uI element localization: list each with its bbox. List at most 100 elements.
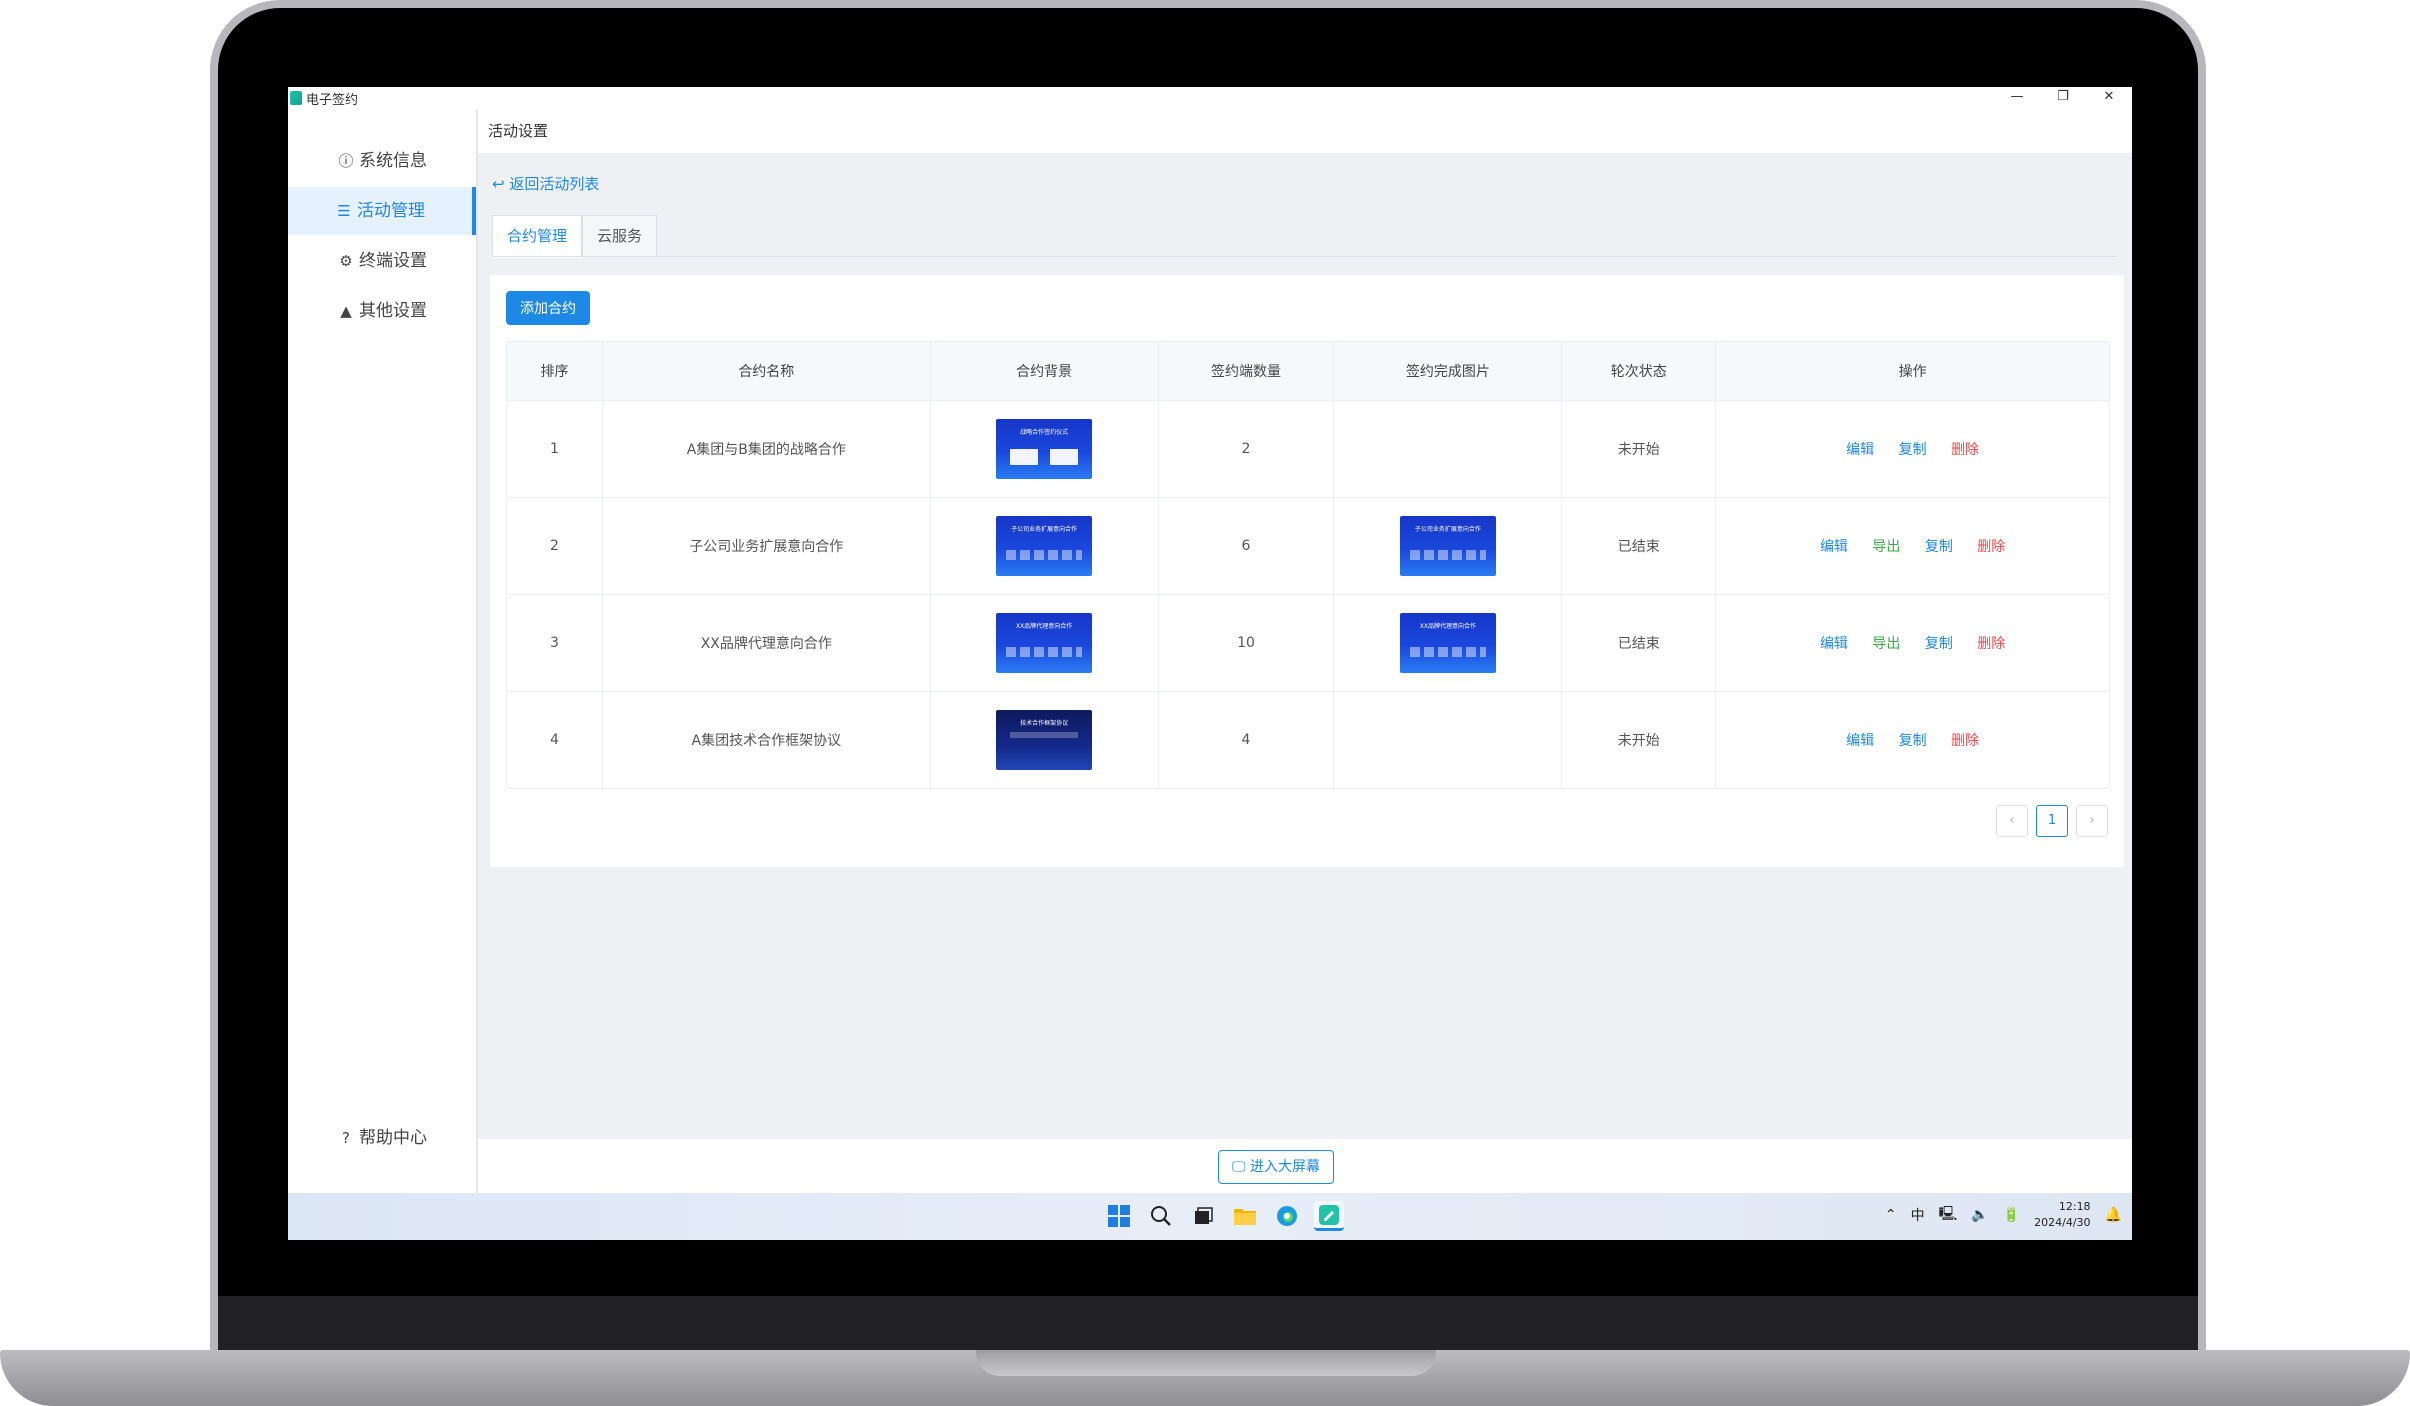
screen: 电子签约 — ❐ ✕ ⓘ 系统信息 ☰ 活动管理 ⚙ 终端设置 ▲ 其他设置 ? 帮助中心… <box>288 87 2132 1240</box>
background-thumbnail[interactable]: 技术合作框架协议 <box>996 710 1093 770</box>
battery-icon[interactable]: 🔋 <box>2003 1207 2020 1223</box>
enter-bigscreen-button[interactable]: 🖵 进入大屏幕 <box>1218 1150 1334 1184</box>
done-image-cell: 子公司业务扩展意向合作 <box>1333 497 1563 595</box>
copy-button[interactable]: 复制 <box>1925 539 1953 555</box>
sidebar-item-other-settings[interactable]: ▲ 其他设置 <box>288 287 476 335</box>
back-link-label: 返回活动列表 <box>509 175 600 193</box>
thumbnail-slots <box>1006 647 1083 657</box>
gear-icon: ⚙ <box>339 252 353 270</box>
back-to-activity-list-link[interactable]: ↩ 返回活动列表 <box>492 173 599 194</box>
actions-cell: 编辑 导出 复制 删除 <box>1715 594 2110 692</box>
sidebar: ⓘ 系统信息 ☰ 活动管理 ⚙ 终端设置 ▲ 其他设置 <box>288 109 478 1193</box>
restore-button[interactable]: ❐ <box>2040 87 2086 109</box>
done-image-cell <box>1333 400 1563 498</box>
windows-start-icon[interactable] <box>1104 1201 1134 1231</box>
enter-bigscreen-label: 进入大屏幕 <box>1249 1159 1320 1175</box>
done-image-cell <box>1333 691 1563 789</box>
background-thumbnail[interactable]: 子公司业务扩展意向合作 <box>996 516 1093 576</box>
page-1-button[interactable]: 1 <box>2036 805 2068 837</box>
thumbnail-title: 战略合作签约仪式 <box>1020 429 1069 436</box>
count-cell: 10 <box>1157 594 1335 692</box>
edge-browser-icon[interactable] <box>1272 1201 1302 1231</box>
close-button[interactable]: ✕ <box>2086 87 2132 109</box>
status-cell: 已结束 <box>1561 594 1717 692</box>
bottom-bar: 🖵 进入大屏幕 <box>478 1139 2132 1193</box>
thumbnail-slots <box>1409 647 1486 657</box>
sidebar-item-activity-management[interactable]: ☰ 活动管理 <box>288 187 476 235</box>
thumbnail-stage <box>1010 732 1079 738</box>
notification-bell-icon[interactable]: 🔔 <box>2105 1207 2122 1223</box>
table-header-row: 排序 合约名称 合约背景 签约端数量 签约完成图片 轮次状态 操作 <box>506 341 2110 401</box>
status-cell: 未开始 <box>1561 400 1717 498</box>
sidebar-item-label: 系统信息 <box>359 151 427 171</box>
thumbnail-title: 技术合作框架协议 <box>1020 720 1069 727</box>
background-cell: 子公司业务扩展意向合作 <box>929 497 1159 595</box>
edit-button[interactable]: 编辑 <box>1846 733 1874 749</box>
next-page-button[interactable]: › <box>2076 805 2108 837</box>
edit-button[interactable]: 编辑 <box>1846 442 1874 458</box>
esign-app-icon[interactable] <box>1314 1201 1344 1231</box>
name-cell: A集团与B集团的战略合作 <box>601 400 931 498</box>
delete-button[interactable]: 删除 <box>1951 442 1979 458</box>
copy-button[interactable]: 复制 <box>1899 733 1927 749</box>
list-icon: ☰ <box>337 202 351 220</box>
edit-button[interactable]: 编辑 <box>1820 636 1848 652</box>
esign-glyph <box>1319 1204 1339 1225</box>
taskbar-apps <box>1104 1201 1344 1231</box>
export-button[interactable]: 导出 <box>1872 539 1900 555</box>
edit-button[interactable]: 编辑 <box>1820 539 1848 555</box>
table-row: 4 A集团技术合作框架协议 技术合作框架协议 4 未开始 编辑 复制 删除 <box>506 691 2110 789</box>
volume-icon[interactable]: 🔈 <box>1971 1207 1988 1223</box>
name-cell: A集团技术合作框架协议 <box>601 691 931 789</box>
delete-button[interactable]: 删除 <box>1977 636 2005 652</box>
prev-page-button[interactable]: ‹ <box>1996 805 2028 837</box>
tab-contract-management[interactable]: 合约管理 <box>492 215 583 258</box>
delete-button[interactable]: 删除 <box>1977 539 2005 555</box>
minimize-button[interactable]: — <box>1994 87 2040 109</box>
done-image-thumbnail[interactable]: 子公司业务扩展意向合作 <box>1399 516 1496 576</box>
delete-button[interactable]: 删除 <box>1951 733 1979 749</box>
file-explorer-icon[interactable] <box>1230 1201 1260 1231</box>
network-icon[interactable]: 🖳 <box>1939 1203 1958 1227</box>
sidebar-item-label: 活动管理 <box>357 201 425 221</box>
status-cell: 已结束 <box>1561 497 1717 595</box>
app-title: 电子签约 <box>306 92 359 108</box>
background-thumbnail[interactable]: 战略合作签约仪式 <box>996 419 1093 479</box>
add-contract-button[interactable]: 添加合约 <box>506 291 590 325</box>
edge-glyph <box>1277 1206 1297 1226</box>
background-thumbnail[interactable]: XX品牌代理意向合作 <box>996 613 1093 673</box>
export-button[interactable]: 导出 <box>1872 636 1900 652</box>
background-cell: 战略合作签约仪式 <box>929 400 1159 498</box>
copy-button[interactable]: 复制 <box>1899 442 1927 458</box>
done-image-thumbnail[interactable]: XX品牌代理意向合作 <box>1399 613 1496 673</box>
order-cell: 2 <box>506 497 603 595</box>
order-cell: 3 <box>506 594 603 692</box>
laptop-notch <box>976 1350 1436 1376</box>
back-arrow-icon: ↩ <box>492 175 505 193</box>
task-view-icon[interactable] <box>1188 1201 1218 1231</box>
copy-button[interactable]: 复制 <box>1925 636 1953 652</box>
ime-indicator[interactable]: 中 <box>1911 1205 1925 1225</box>
help-center-link[interactable]: ? 帮助中心 <box>288 1123 476 1148</box>
tab-bar: 合约管理 云服务 <box>492 215 658 258</box>
sidebar-item-terminal-settings[interactable]: ⚙ 终端设置 <box>288 237 476 285</box>
search-icon[interactable] <box>1146 1201 1176 1231</box>
order-cell: 1 <box>506 400 603 498</box>
thumbnail-slots <box>1006 550 1083 560</box>
tab-cloud-service[interactable]: 云服务 <box>582 215 658 256</box>
thumbnail-panel <box>1050 449 1079 465</box>
sidebar-item-system-info[interactable]: ⓘ 系统信息 <box>288 137 476 185</box>
name-cell: XX品牌代理意向合作 <box>601 594 931 692</box>
clock[interactable]: 12:18 2024/4/30 <box>2034 1199 2090 1231</box>
column-header-actions: 操作 <box>1715 341 2110 401</box>
chevron-up-icon[interactable]: ⌃ <box>1885 1207 1897 1223</box>
tab-divider <box>492 256 2116 257</box>
search-glyph <box>1151 1206 1171 1226</box>
folder-glyph <box>1234 1209 1256 1225</box>
order-cell: 4 <box>506 691 603 789</box>
column-header-done-image: 签约完成图片 <box>1333 341 1563 401</box>
count-cell: 4 <box>1157 691 1335 789</box>
laptop-chin <box>218 1296 2198 1352</box>
thumbnail-slots <box>1409 550 1486 560</box>
windows-logo <box>1108 1205 1130 1227</box>
